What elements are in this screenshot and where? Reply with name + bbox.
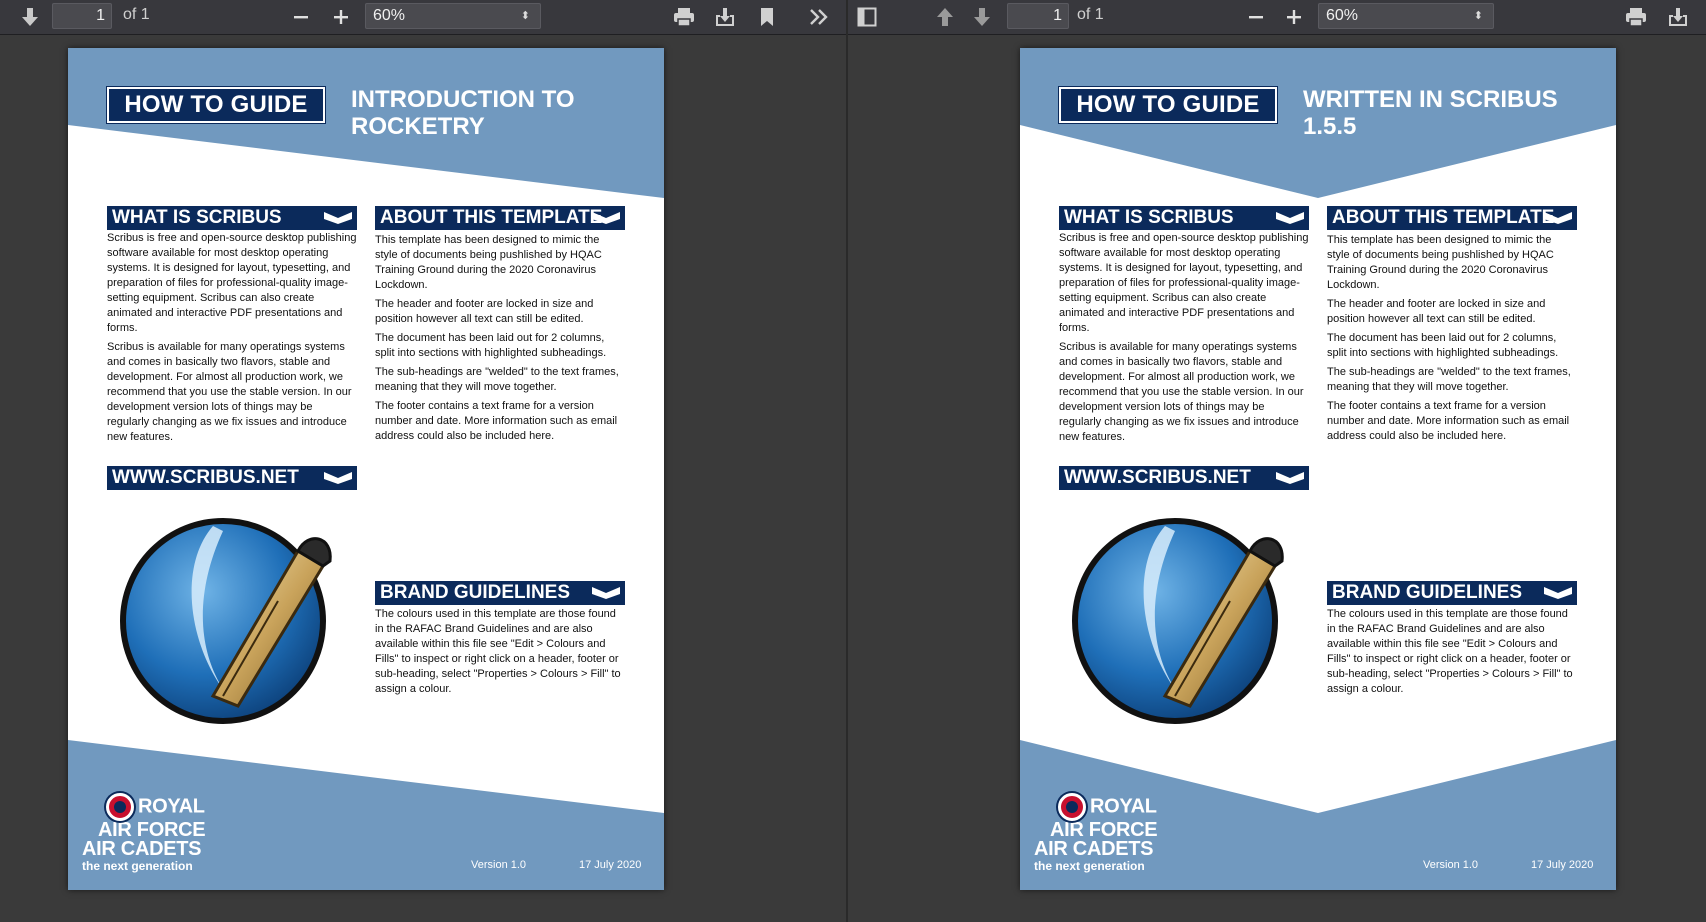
plus-icon xyxy=(1287,9,1301,24)
chevron-down-icon xyxy=(1544,212,1572,224)
next-page-button[interactable] xyxy=(18,3,42,30)
rafac-logo: ROYAL AIR FORCE AIR CADETS the next gene… xyxy=(82,793,222,873)
footer-version: Version 1.0 xyxy=(1423,859,1479,871)
print-button[interactable] xyxy=(1622,3,1650,30)
next-page-button[interactable] xyxy=(970,3,994,30)
subheading-text: WHAT IS SCRIBUS xyxy=(112,207,282,228)
double-chevron-right-icon xyxy=(810,8,828,25)
page-title: INTRODUCTION TO ROCKETRY xyxy=(351,86,575,140)
download-icon xyxy=(716,7,734,26)
chevron-down-icon xyxy=(1276,472,1304,484)
subheading-about-template: ABOUT THIS TEMPLATE xyxy=(375,206,625,230)
zoom-select[interactable]: 60% ⬍ xyxy=(1318,3,1494,29)
subheading-what-is-scribus: WHAT IS SCRIBUS xyxy=(107,206,357,230)
arrow-down-icon xyxy=(22,7,38,26)
zoom-in-button[interactable] xyxy=(329,3,353,30)
zoom-out-button[interactable] xyxy=(289,3,313,30)
chevron-down-icon xyxy=(1276,212,1304,224)
section-body-about: This template has been designed to mimic… xyxy=(375,234,619,442)
viewer-toolbar: 1 of 1 60% ⬍ xyxy=(0,0,846,35)
zoom-out-button[interactable] xyxy=(1244,3,1268,30)
bookmark-icon xyxy=(761,7,773,26)
chevron-down-icon xyxy=(592,212,620,224)
sidebar-toggle-icon xyxy=(857,7,877,26)
section-body-brand: The colours used in this template are th… xyxy=(1327,608,1573,695)
section-body-what-is: Scribus is free and open-source desktop … xyxy=(107,232,357,443)
subheading-brand-guidelines: BRAND GUIDELINES xyxy=(1327,581,1577,605)
right-pdf-viewer: 1 of 1 60% ⬍ HOW TO GUIDE WRITTEN IN SCR… xyxy=(848,0,1706,922)
bookmark-button[interactable] xyxy=(755,3,779,30)
subheading-text: BRAND GUIDELINES xyxy=(1332,582,1523,603)
subheading-text: WWW.SCRIBUS.NET xyxy=(112,467,299,488)
previous-page-button[interactable] xyxy=(933,3,957,30)
chevron-down-icon xyxy=(324,472,352,484)
zoom-in-button[interactable] xyxy=(1282,3,1306,30)
print-icon xyxy=(674,7,694,27)
header-label: HOW TO GUIDE xyxy=(1058,86,1278,124)
raf-roundel-icon xyxy=(1058,793,1086,821)
download-icon xyxy=(1669,7,1687,26)
page-count: of 1 xyxy=(1077,6,1104,23)
page-title: WRITTEN IN SCRIBUS 1.5.5 xyxy=(1303,86,1558,140)
page-count: of 1 xyxy=(123,6,150,23)
subheading-text: ABOUT THIS TEMPLATE xyxy=(1332,207,1555,228)
chevron-down-icon xyxy=(324,212,352,224)
subheading-text: WWW.SCRIBUS.NET xyxy=(1064,467,1251,488)
zoom-select[interactable]: 60% ⬍ xyxy=(365,3,541,29)
zoom-value: 60% xyxy=(1326,7,1359,24)
scribus-logo xyxy=(1072,518,1284,724)
arrow-down-icon xyxy=(974,7,990,26)
footer-version: Version 1.0 xyxy=(471,859,527,871)
arrow-up-icon xyxy=(937,7,953,26)
section-body-what-is: Scribus is free and open-source desktop … xyxy=(1059,232,1309,443)
scribus-logo xyxy=(120,518,332,724)
subheading-text: ABOUT THIS TEMPLATE xyxy=(380,207,603,228)
rafac-logo: ROYAL AIR FORCE AIR CADETS the next gene… xyxy=(1034,793,1174,873)
subheading-brand-guidelines: BRAND GUIDELINES xyxy=(375,581,625,605)
viewer-toolbar: 1 of 1 60% ⬍ xyxy=(848,0,1706,35)
print-icon xyxy=(1626,7,1646,27)
subheading-text: BRAND GUIDELINES xyxy=(380,582,571,603)
download-button[interactable] xyxy=(1664,3,1692,30)
subheading-about-template: ABOUT THIS TEMPLATE xyxy=(1327,206,1577,230)
chevron-down-icon: ⬍ xyxy=(1473,10,1483,22)
raf-roundel-icon xyxy=(106,793,134,821)
subheading-what-is-scribus: WHAT IS SCRIBUS xyxy=(1059,206,1309,230)
page-number-input[interactable]: 1 xyxy=(1007,3,1069,29)
section-body-about: This template has been designed to mimic… xyxy=(1327,234,1571,442)
footer-date: 17 July 2020 xyxy=(1531,859,1594,871)
download-button[interactable] xyxy=(711,3,739,30)
header-label: HOW TO GUIDE xyxy=(106,86,326,124)
left-pdf-viewer: 1 of 1 60% ⬍ HOW TO GUIDE INTRODUCTION T… xyxy=(0,0,846,922)
minus-icon xyxy=(294,15,308,18)
print-button[interactable] xyxy=(670,3,698,30)
tools-button[interactable] xyxy=(804,3,834,30)
subheading-website: WWW.SCRIBUS.NET xyxy=(1059,466,1309,490)
page-number-input[interactable]: 1 xyxy=(52,3,112,29)
chevron-down-icon xyxy=(592,587,620,599)
section-body-brand: The colours used in this template are th… xyxy=(375,608,621,695)
pdf-page: HOW TO GUIDE INTRODUCTION TO ROCKETRY WH… xyxy=(68,48,664,890)
subheading-website: WWW.SCRIBUS.NET xyxy=(107,466,357,490)
footer-date: 17 July 2020 xyxy=(579,859,642,871)
zoom-value: 60% xyxy=(373,7,406,24)
chevron-down-icon: ⬍ xyxy=(520,10,530,22)
chevron-down-icon xyxy=(1544,587,1572,599)
plus-icon xyxy=(334,9,348,24)
pdf-page: HOW TO GUIDE WRITTEN IN SCRIBUS 1.5.5 WH… xyxy=(1020,48,1616,890)
subheading-text: WHAT IS SCRIBUS xyxy=(1064,207,1234,228)
minus-icon xyxy=(1249,15,1263,18)
sidebar-toggle-button[interactable] xyxy=(854,3,880,30)
